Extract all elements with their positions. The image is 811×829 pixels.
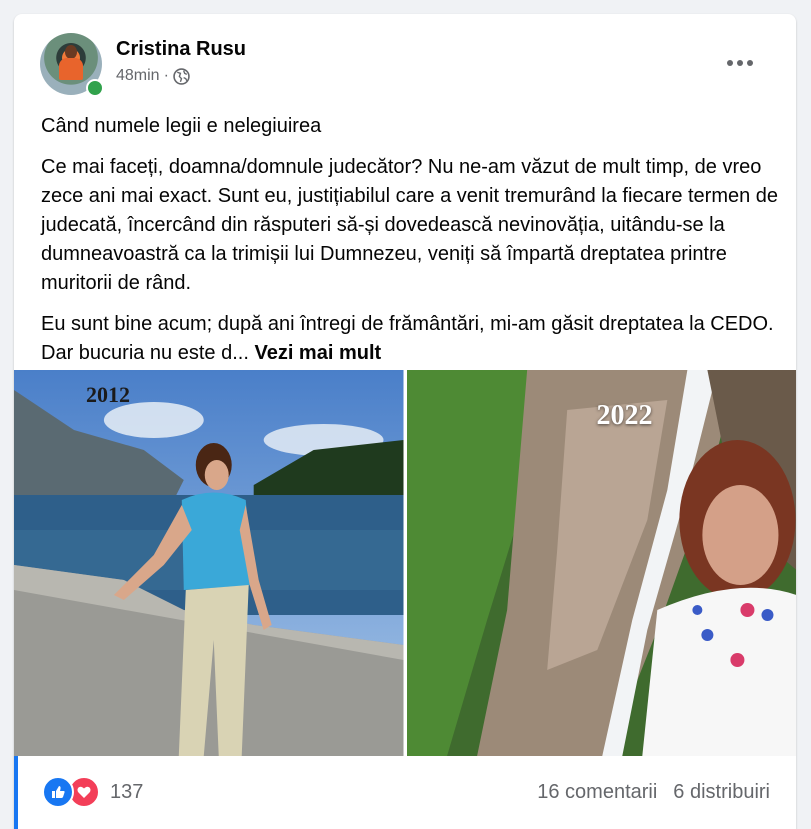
post-time[interactable]: 48min [116,67,160,85]
photo-lake-image [14,370,404,756]
photo-year-label-2022: 2022 [596,400,653,431]
comments-count-link[interactable]: 16 comentarii [537,781,657,804]
post-paragraph-2-text: Eu sunt bine acum; după ani întregi de f… [41,313,774,364]
dot-icon [747,60,753,66]
photo-grid: 2012 2022 [14,370,796,756]
online-status-dot [86,79,104,97]
dot-icon [737,60,743,66]
post-meta: 48min · [116,67,190,85]
shares-count-link[interactable]: 6 distribuiri [673,781,770,804]
post-title: Când numele legii e nelegiuirea [41,115,322,137]
post-footer: 137 16 comentarii 6 distribuiri [42,774,770,810]
more-options-button[interactable] [722,45,758,81]
author-name[interactable]: Cristina Rusu [116,38,246,61]
avatar-head [65,45,77,59]
meta-separator: · [163,67,169,84]
post-header: Cristina Rusu 48min · [40,33,776,97]
post-paragraph-2: Eu sunt bine acum; după ani întregi de f… [41,310,781,368]
post-paragraph-1: Ce mai faceți, doamna/domnule judecător?… [41,156,779,294]
reactions-summary[interactable]: 137 [42,776,143,808]
photo-left[interactable]: 2012 [14,370,404,756]
see-more-link[interactable]: Vezi mai mult [254,342,381,364]
dot-icon [727,60,733,66]
photo-year-label-2012: 2012 [86,382,130,407]
globe-icon[interactable] [173,67,190,85]
like-icon [42,776,74,808]
post-card: Cristina Rusu 48min · Când numele legii … [14,14,796,829]
reaction-count: 137 [110,780,144,803]
avatar-body [59,58,83,80]
focus-indicator [14,756,18,829]
photo-right[interactable]: 2022 [406,370,796,756]
post-text: Când numele legii e nelegiuirea Ce mai f… [41,112,781,380]
